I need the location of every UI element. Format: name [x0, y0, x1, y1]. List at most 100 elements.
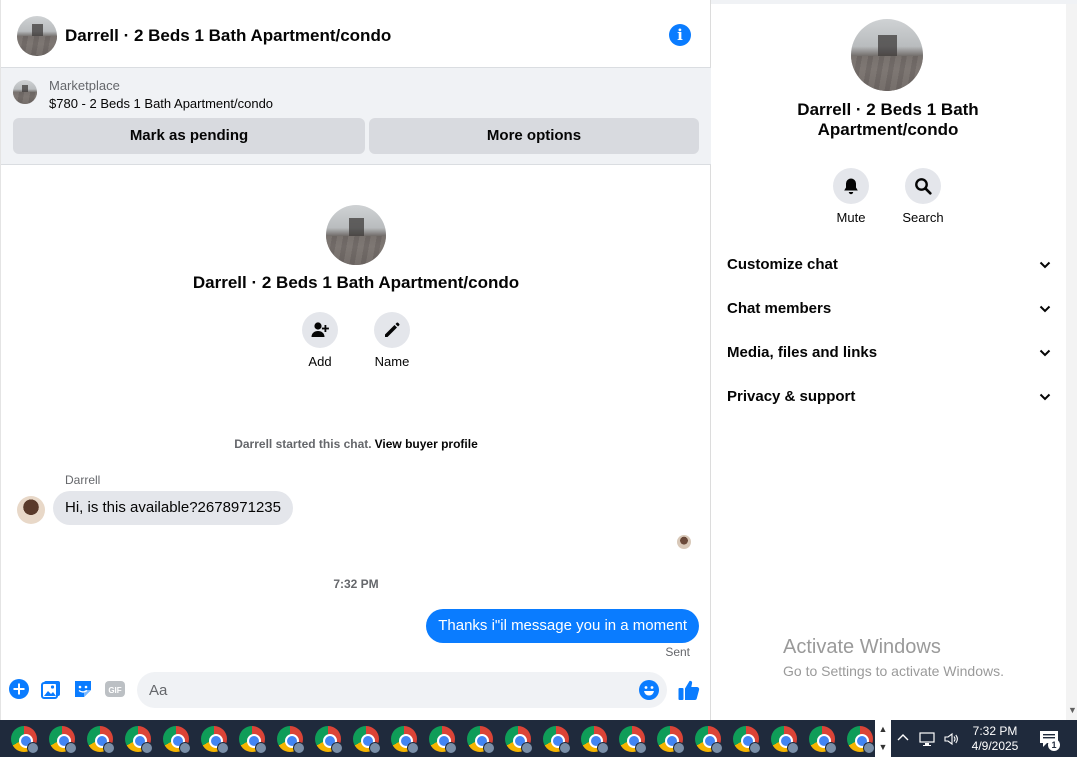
incoming-message[interactable]: Hi, is this available?2678971235 [53, 491, 293, 525]
chrome-profile-icon[interactable] [87, 726, 115, 754]
chrome-profile-icon[interactable] [809, 726, 837, 754]
system-message-text: Darrell started this chat. [234, 437, 372, 451]
section-label: Privacy & support [727, 388, 856, 405]
chrome-profile-icon[interactable] [49, 726, 77, 754]
profile-badge-icon [749, 742, 761, 754]
profile-badge-icon [521, 742, 533, 754]
intro-avatar [326, 205, 386, 265]
chrome-profile-icon[interactable] [467, 726, 495, 754]
read-receipt-avatar [677, 535, 691, 549]
profile-badge-icon [483, 742, 495, 754]
chrome-profile-icon[interactable] [847, 726, 875, 754]
chrome-profile-icon[interactable] [163, 726, 191, 754]
watermark-line-2: Go to Settings to activate Windows. [783, 663, 1004, 679]
chrome-profile-icon[interactable] [353, 726, 381, 754]
chrome-profile-icon[interactable] [695, 726, 723, 754]
intro-title: Darrell · 2 Beds 1 Bath Apartment/condo [192, 273, 520, 292]
mute-button[interactable]: Mute [821, 168, 881, 225]
chrome-profile-icon[interactable] [505, 726, 533, 754]
info-icon[interactable]: i [669, 24, 691, 46]
scroll-down-arrow-icon[interactable]: ▼ [1068, 705, 1077, 715]
panel-avatar[interactable] [851, 19, 923, 91]
chrome-profile-icon[interactable] [239, 726, 267, 754]
section-privacy-support[interactable]: Privacy & support [727, 385, 1057, 409]
chat-pane: Darrell · 2 Beds 1 Bath Apartment/condo … [0, 0, 711, 720]
section-customize-chat[interactable]: Customize chat [727, 253, 1057, 277]
view-buyer-profile-link[interactable]: View buyer profile [375, 437, 478, 451]
profile-badge-icon [787, 742, 799, 754]
profile-badge-icon [217, 742, 229, 754]
name-label: Name [374, 354, 410, 369]
chevron-up-icon[interactable] [895, 731, 911, 747]
chrome-profile-icon[interactable] [733, 726, 761, 754]
chrome-profile-icon[interactable] [315, 726, 343, 754]
add-button[interactable]: Add [290, 312, 350, 369]
volume-icon[interactable] [943, 731, 959, 747]
outgoing-message[interactable]: Thanks i"il message you in a moment [426, 609, 699, 643]
plus-icon[interactable] [9, 679, 29, 699]
notification-count: 1 [1048, 739, 1060, 751]
profile-badge-icon [825, 742, 837, 754]
activate-windows-watermark: Activate Windows Go to Settings to activ… [783, 636, 1004, 679]
profile-badge-icon [863, 742, 875, 754]
chrome-profile-icon[interactable] [429, 726, 457, 754]
profile-badge-icon [559, 742, 571, 754]
chat-header: Darrell · 2 Beds 1 Bath Apartment/condo … [1, 4, 711, 68]
chrome-profile-icon[interactable] [657, 726, 685, 754]
clock[interactable]: 7:32 PM 4/9/2025 [967, 724, 1023, 754]
profile-badge-icon [293, 742, 305, 754]
clock-date: 4/9/2025 [971, 739, 1019, 753]
sender-avatar[interactable] [17, 496, 45, 524]
chevron-down-icon [1039, 305, 1051, 313]
mark-as-pending-button[interactable]: Mark as pending [13, 118, 365, 154]
listing-title[interactable]: $780 - 2 Beds 1 Bath Apartment/condo [49, 96, 273, 111]
section-media-files-links[interactable]: Media, files and links [727, 341, 1057, 365]
chrome-profile-icon[interactable] [391, 726, 419, 754]
chat-avatar[interactable] [17, 15, 57, 56]
profile-badge-icon [65, 742, 77, 754]
chrome-profile-icon[interactable] [543, 726, 571, 754]
chevron-down-icon [1039, 393, 1051, 401]
listing-thumbnail[interactable] [13, 80, 37, 104]
chrome-profile-icon[interactable] [277, 726, 305, 754]
message-input-wrapper [137, 672, 667, 708]
chrome-profile-icon[interactable] [771, 726, 799, 754]
chevron-down-icon[interactable]: ▼ [875, 738, 891, 756]
sticker-icon[interactable] [73, 679, 93, 699]
more-options-button[interactable]: More options [369, 118, 699, 154]
thumbs-up-icon[interactable] [677, 678, 701, 702]
chrome-profile-icon[interactable] [125, 726, 153, 754]
mute-label: Mute [836, 210, 866, 225]
chrome-profile-icon[interactable] [619, 726, 647, 754]
profile-badge-icon [635, 742, 647, 754]
profile-badge-icon [597, 742, 609, 754]
add-label: Add [308, 354, 332, 369]
bell-icon [833, 168, 869, 204]
profile-badge-icon [331, 742, 343, 754]
gif-label: GIF [108, 686, 121, 695]
chat-title[interactable]: Darrell · 2 Beds 1 Bath Apartment/condo [65, 26, 391, 46]
messenger-window: Darrell · 2 Beds 1 Bath Apartment/condo … [0, 0, 1077, 757]
profile-badge-icon [673, 742, 685, 754]
name-button[interactable]: Name [362, 312, 422, 369]
chevron-up-icon[interactable]: ▲ [875, 720, 891, 738]
gif-icon[interactable]: GIF [105, 679, 125, 699]
page-scrollbar[interactable] [1066, 4, 1077, 720]
emoji-icon[interactable] [639, 680, 659, 700]
taskbar-scroll[interactable]: ▲ ▼ [875, 720, 891, 757]
watermark-line-1: Activate Windows [783, 636, 941, 658]
system-message: Darrell started this chat. View buyer pro… [1, 437, 711, 451]
photo-icon[interactable] [41, 679, 61, 699]
composer: GIF [1, 668, 711, 712]
section-chat-members[interactable]: Chat members [727, 297, 1057, 321]
chrome-profile-icon[interactable] [581, 726, 609, 754]
message-input[interactable] [137, 672, 627, 708]
chrome-profile-icon[interactable] [11, 726, 39, 754]
section-label: Media, files and links [727, 344, 878, 361]
sender-name: Darrell [65, 473, 101, 487]
search-button[interactable]: Search [893, 168, 953, 225]
chrome-profile-icon[interactable] [201, 726, 229, 754]
network-icon[interactable] [919, 731, 935, 747]
chevron-down-icon [1039, 349, 1051, 357]
profile-badge-icon [445, 742, 457, 754]
